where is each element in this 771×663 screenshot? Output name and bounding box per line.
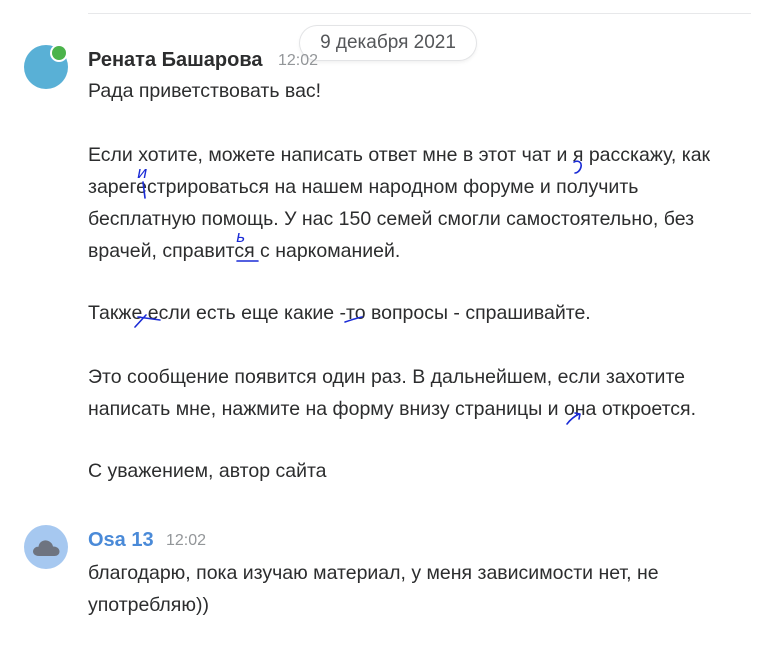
message-text-line: Рада приветствовать вас!: [88, 80, 322, 102]
cloud-icon: [33, 540, 60, 556]
message-time: 12:02: [278, 52, 319, 69]
message-text-line: Если хотите, можете написать ответ мне в…: [88, 144, 711, 166]
message-text-line: благодарю, пока изучаю материал, у меня …: [88, 562, 659, 584]
message-text-line: Также если есть еще какие -то вопросы - …: [88, 302, 591, 324]
message-author[interactable]: Рената Башарова: [88, 49, 263, 72]
message-text-line: написать мне, нажмите на форму внизу стр…: [88, 398, 697, 420]
message-text-line: С уважением, автор сайта: [88, 460, 327, 482]
avatar[interactable]: [24, 45, 68, 89]
date-separator: 9 декабря 2021: [300, 26, 476, 60]
message-text-line: врачей, справится с наркоманией.: [88, 240, 401, 262]
message-text-line: бесплатную помощь. У нас 150 семей смогл…: [88, 208, 695, 230]
message-author[interactable]: Osa 13: [88, 529, 154, 552]
message-time: 12:02: [166, 532, 207, 549]
message-text-line: употребляю)): [88, 594, 209, 616]
online-indicator: [52, 46, 66, 60]
top-divider: [88, 13, 751, 14]
avatar[interactable]: [24, 525, 68, 569]
message-text-line: зарегестрироваться на нашем народном фор…: [88, 176, 639, 198]
message-text-line: Это сообщение появится один раз. В дальн…: [88, 366, 686, 388]
